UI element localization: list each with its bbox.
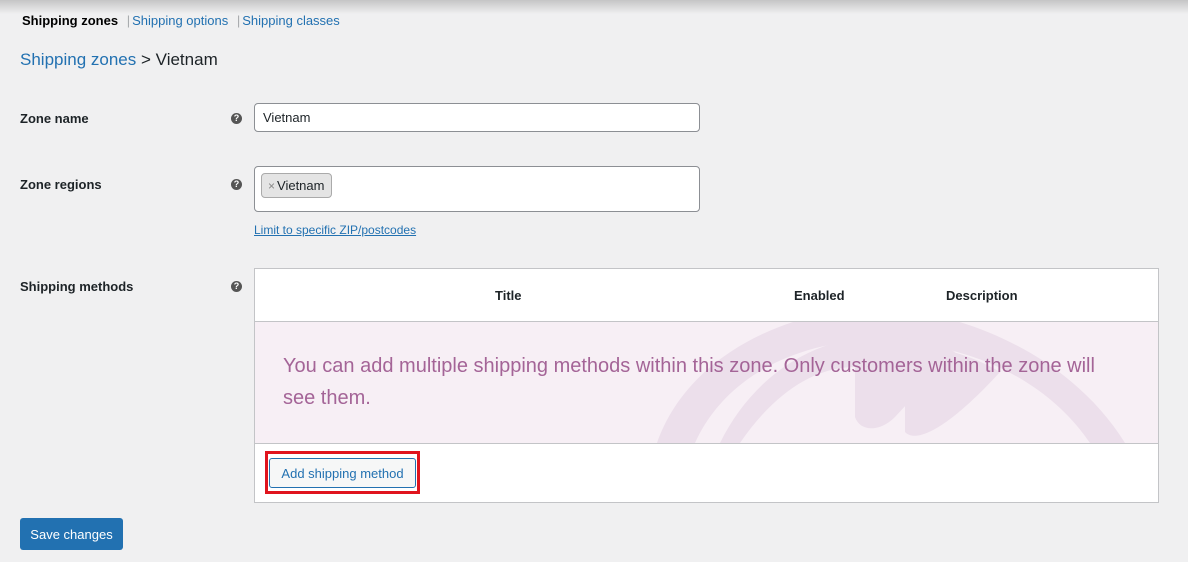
- limit-zip-postcodes-link[interactable]: Limit to specific ZIP/postcodes: [254, 223, 416, 237]
- subnav-shipping-zones[interactable]: Shipping zones: [22, 13, 118, 28]
- empty-state: You can add multiple shipping methods wi…: [255, 322, 1158, 443]
- subnav-separator: |: [236, 13, 241, 28]
- shipping-methods-table: Title Enabled Description You can add mu…: [254, 268, 1159, 503]
- question-circle-icon[interactable]: ?: [231, 113, 242, 124]
- region-chip-label: Vietnam: [277, 178, 325, 193]
- column-header-description: Description: [946, 288, 1018, 303]
- shipping-subnav: Shipping zones | Shipping options | Shippi…: [22, 13, 340, 28]
- breadcrumb-separator: >: [141, 50, 151, 69]
- remove-region-icon[interactable]: ×: [268, 179, 275, 193]
- subnav-separator: |: [126, 13, 131, 28]
- question-circle-icon[interactable]: ?: [231, 281, 242, 292]
- top-shadow: [0, 0, 1188, 14]
- subnav-shipping-classes[interactable]: Shipping classes: [242, 13, 340, 28]
- column-header-enabled: Enabled: [794, 288, 845, 303]
- zone-regions-label: Zone regions: [20, 177, 102, 192]
- region-chip: × Vietnam: [261, 173, 333, 198]
- add-shipping-method-button[interactable]: Add shipping method: [269, 458, 416, 488]
- breadcrumb: Shipping zones > Vietnam: [20, 50, 218, 70]
- question-circle-icon[interactable]: ?: [231, 179, 242, 190]
- column-header-title: Title: [495, 288, 522, 303]
- zone-name-label: Zone name: [20, 111, 89, 126]
- save-changes-button[interactable]: Save changes: [20, 518, 123, 550]
- breadcrumb-current: Vietnam: [155, 50, 218, 69]
- empty-state-message: You can add multiple shipping methods wi…: [283, 355, 1095, 409]
- footer-divider: [255, 443, 1158, 444]
- breadcrumb-shipping-zones[interactable]: Shipping zones: [20, 50, 136, 69]
- zone-regions-select[interactable]: × Vietnam: [254, 166, 700, 212]
- subnav-shipping-options[interactable]: Shipping options: [132, 13, 228, 28]
- zone-name-input[interactable]: Vietnam: [254, 103, 700, 132]
- shipping-methods-label: Shipping methods: [20, 279, 134, 294]
